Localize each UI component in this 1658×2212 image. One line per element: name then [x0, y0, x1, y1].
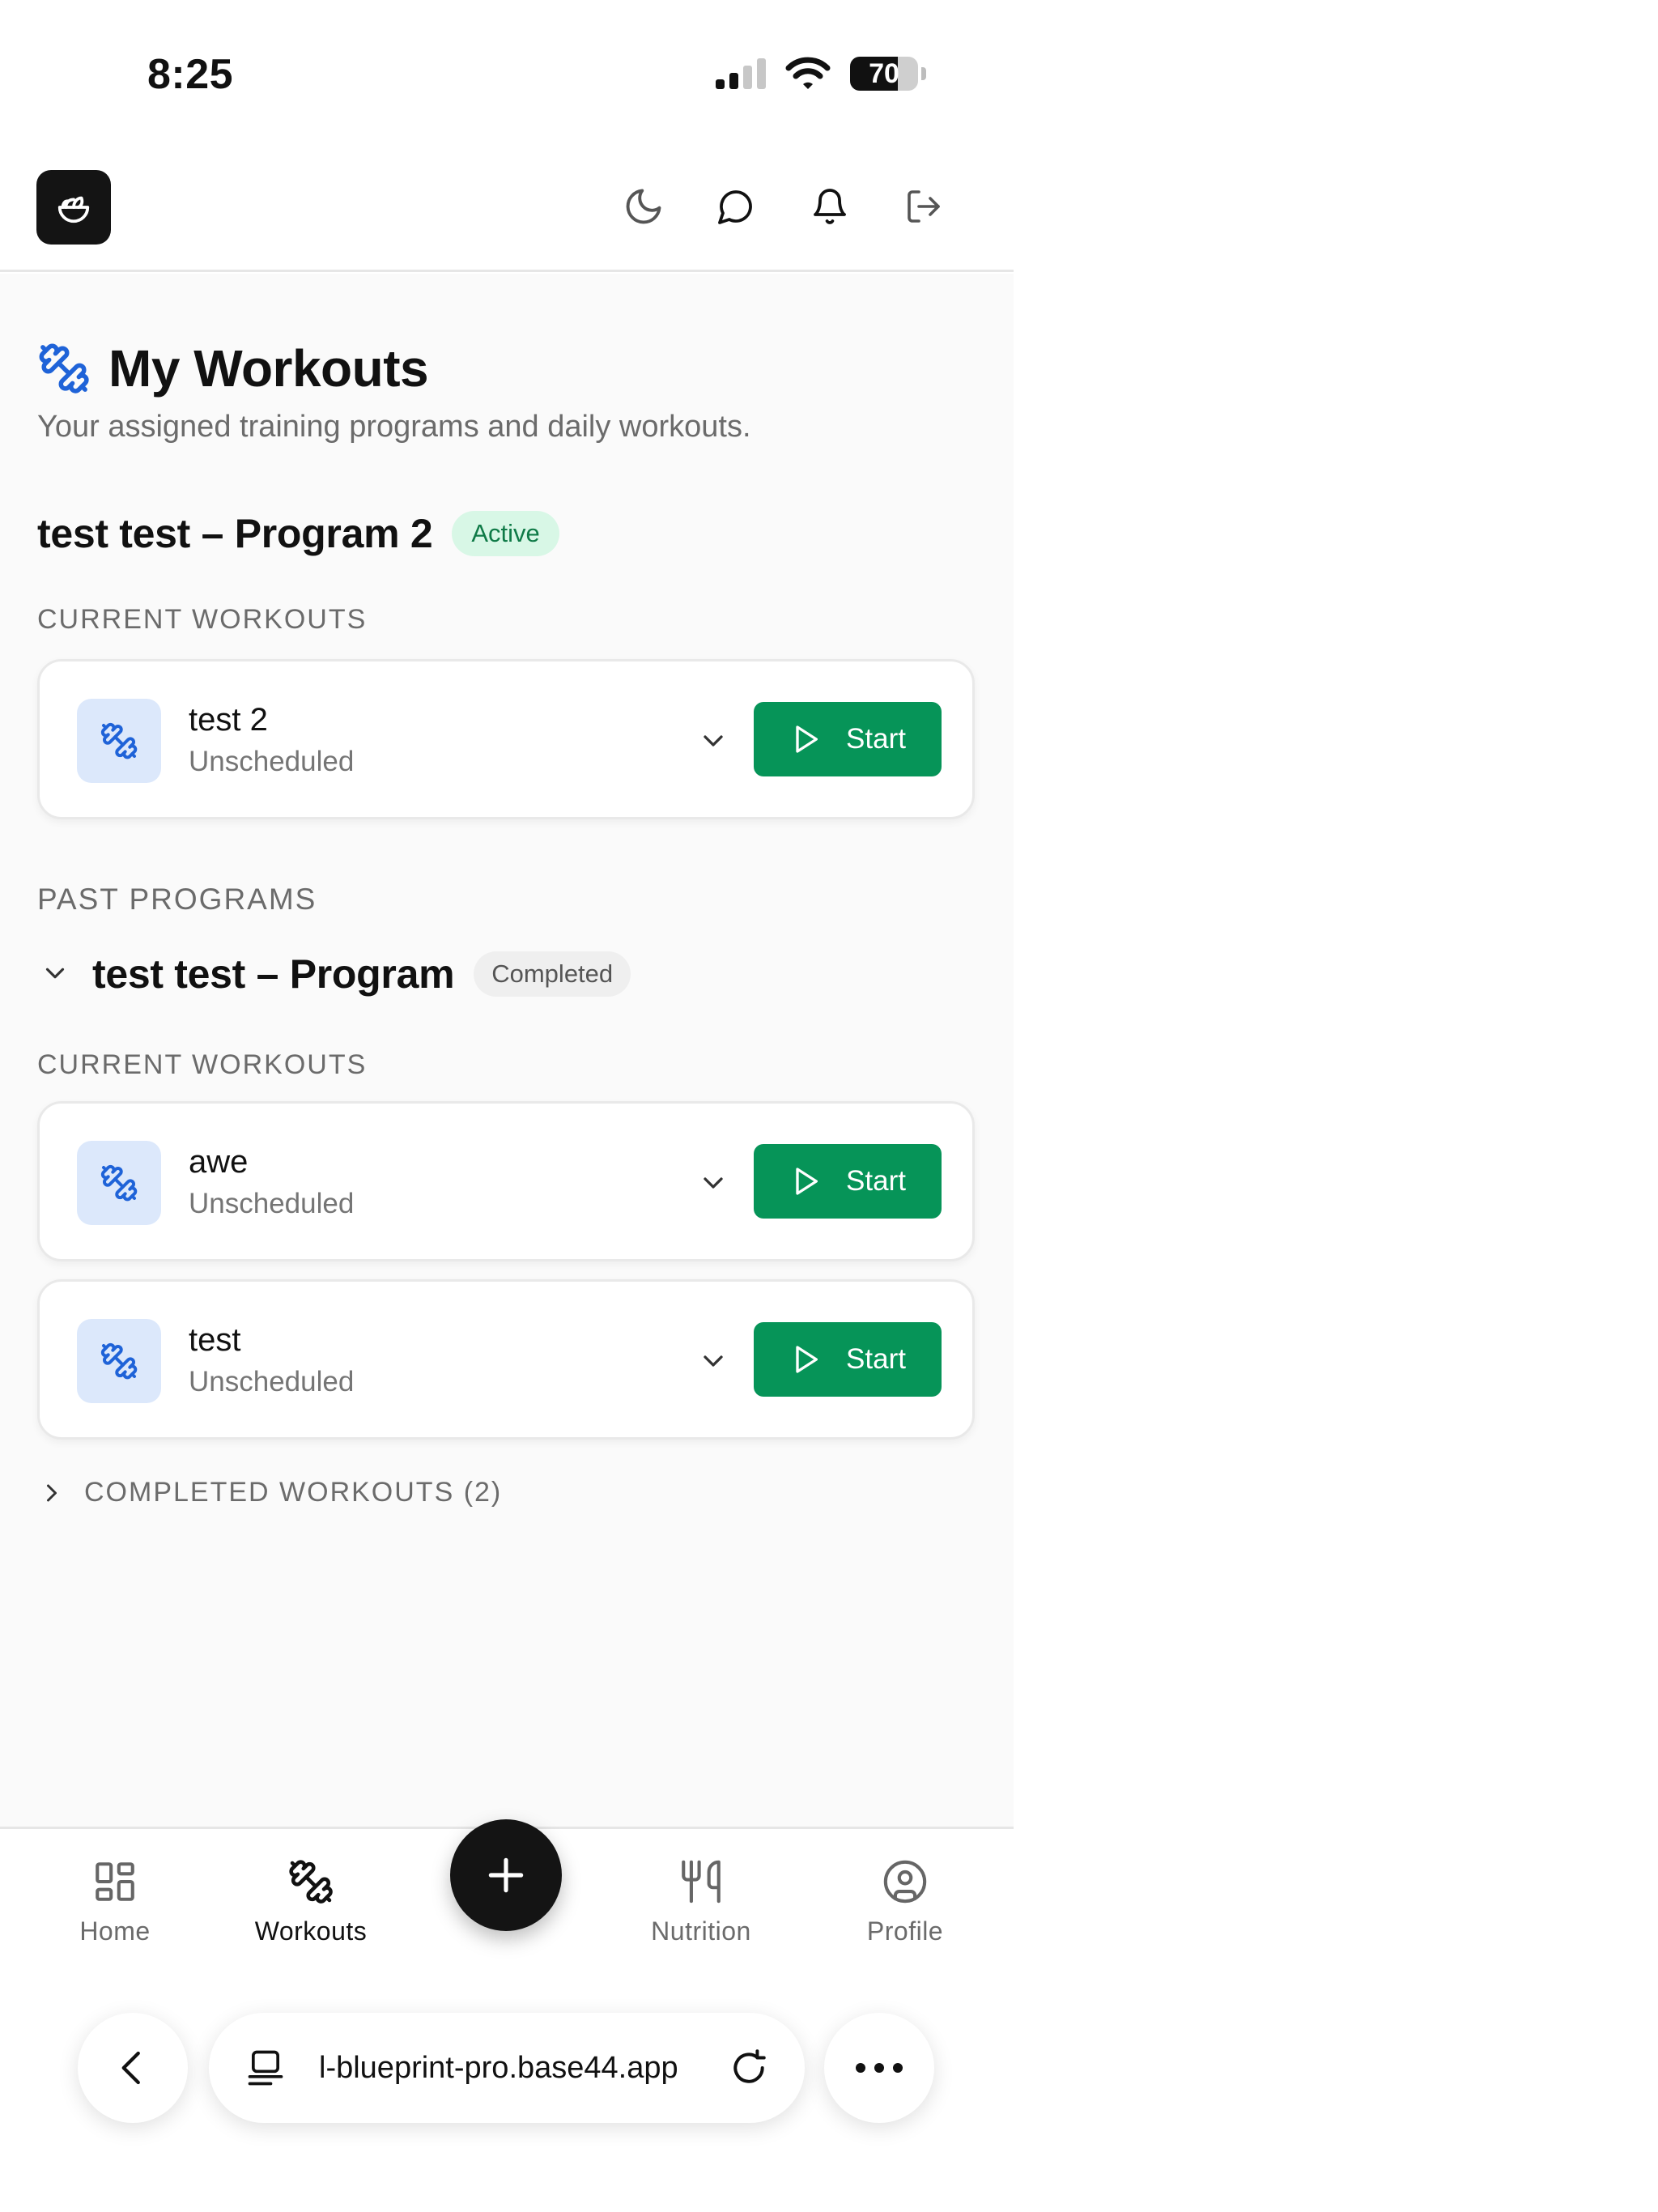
- dumbbell-icon: [100, 1164, 138, 1202]
- page-title: My Workouts: [108, 339, 429, 398]
- section-label-past-programs: PAST PROGRAMS: [37, 883, 317, 916]
- nav-item-nutrition[interactable]: Nutrition: [612, 1858, 790, 1946]
- battery-indicator: 70: [850, 57, 918, 91]
- app-logo[interactable]: [36, 170, 111, 245]
- chevron-down-icon: [45, 968, 65, 979]
- dark-mode-button[interactable]: [620, 183, 667, 230]
- reload-icon[interactable]: [729, 2048, 769, 2088]
- browser-back-button[interactable]: [78, 2013, 188, 2123]
- workout-name: test: [189, 1322, 241, 1358]
- play-icon: [796, 1346, 818, 1373]
- chevron-right-icon: [47, 1484, 57, 1501]
- salad-bowl-icon: [57, 196, 90, 223]
- bottom-navigation: Home Workouts Nutrition Profile: [0, 1819, 1014, 2005]
- workout-name: awe: [189, 1144, 249, 1180]
- expand-workout-button[interactable]: [691, 1160, 736, 1206]
- program-name: test test – Program: [92, 951, 455, 997]
- start-workout-button[interactable]: Start: [754, 1322, 942, 1397]
- main-content: My Workouts Your assigned training progr…: [0, 274, 1014, 1827]
- workout-schedule: Unscheduled: [189, 1188, 355, 1219]
- active-program-header: test test – Program 2 Active: [37, 510, 559, 557]
- completed-workouts-toggle[interactable]: COMPLETED WORKOUTS (2): [37, 1477, 502, 1508]
- dumbbell-icon: [100, 722, 138, 759]
- battery-cap: [921, 67, 926, 80]
- nav-label: Nutrition: [651, 1916, 751, 1946]
- chat-icon: [718, 190, 752, 224]
- user-circle-icon: [883, 1860, 927, 1904]
- app-header: [0, 155, 1014, 272]
- page-subtitle: Your assigned training programs and dail…: [37, 410, 751, 444]
- logout-button[interactable]: [900, 183, 947, 230]
- status-indicators: 70: [716, 57, 926, 91]
- tabs-icon: [248, 2050, 283, 2086]
- section-label-current-workouts: CURRENT WORKOUTS: [37, 1049, 368, 1080]
- nav-label: Workouts: [254, 1916, 368, 1946]
- workout-schedule: Unscheduled: [189, 1366, 355, 1397]
- workout-card[interactable]: test Unscheduled Start: [37, 1279, 975, 1440]
- workout-schedule: Unscheduled: [189, 746, 355, 777]
- workout-card[interactable]: awe Unscheduled Start: [37, 1101, 975, 1261]
- wifi-icon: [785, 57, 831, 89]
- chevron-down-icon: [704, 1355, 723, 1367]
- nav-label: Home: [79, 1916, 151, 1946]
- expand-workout-button[interactable]: [691, 718, 736, 764]
- page-title-row: My Workouts: [37, 338, 429, 398]
- chevron-down-icon: [704, 735, 723, 747]
- collapse-program-button[interactable]: [37, 955, 73, 991]
- start-workout-button[interactable]: Start: [754, 702, 942, 776]
- start-button-label: Start: [846, 723, 906, 755]
- grid-icon: [96, 1862, 134, 1901]
- dumbbell-icon: [39, 343, 89, 393]
- section-label-current-workouts: CURRENT WORKOUTS: [37, 604, 368, 635]
- url-text: l-blueprint-pro.base44.app: [319, 2050, 678, 2085]
- program-name: test test – Program 2: [37, 511, 433, 556]
- status-time: 8:25: [147, 51, 234, 98]
- workout-icon-tile: [77, 1141, 161, 1225]
- expand-workout-button[interactable]: [691, 1338, 736, 1384]
- status-badge-active: Active: [452, 511, 559, 556]
- browser-more-button[interactable]: [824, 2013, 934, 2123]
- dumbbell-icon: [100, 1342, 138, 1380]
- address-bar[interactable]: l-blueprint-pro.base44.app: [209, 2013, 805, 2123]
- nav-label: Profile: [866, 1916, 944, 1946]
- moon-icon: [626, 189, 661, 224]
- fork-knife-icon: [682, 1860, 721, 1904]
- plus-icon: [488, 1857, 524, 1893]
- chevron-down-icon: [704, 1177, 723, 1189]
- play-icon: [796, 725, 818, 753]
- nav-item-home[interactable]: Home: [26, 1858, 204, 1946]
- nav-item-workouts[interactable]: Workouts: [222, 1858, 400, 1946]
- start-button-label: Start: [846, 1343, 906, 1375]
- chevron-left-icon: [121, 2051, 140, 2085]
- workout-card[interactable]: test 2 Unscheduled Start: [37, 659, 975, 819]
- status-badge-completed: Completed: [474, 951, 631, 997]
- cellular-signal-icon: [716, 58, 766, 89]
- notifications-button[interactable]: [806, 183, 853, 230]
- battery-level: 70: [869, 57, 899, 89]
- start-button-label: Start: [846, 1165, 906, 1197]
- nav-item-profile[interactable]: Profile: [816, 1858, 994, 1946]
- add-button[interactable]: [450, 1819, 562, 1931]
- more-horizontal-icon: [856, 2063, 903, 2073]
- play-icon: [796, 1168, 818, 1195]
- browser-toolbar: l-blueprint-pro.base44.app: [0, 2005, 1014, 2212]
- app-screen: 8:25 70 My Workouts Your assigned traini…: [0, 0, 1014, 2212]
- dumbbell-icon: [289, 1860, 333, 1904]
- workout-name: test 2: [189, 702, 268, 738]
- completed-workouts-label: COMPLETED WORKOUTS (2): [84, 1477, 503, 1508]
- logout-icon: [908, 190, 940, 223]
- bell-icon: [814, 189, 846, 224]
- messages-button[interactable]: [712, 183, 759, 230]
- workout-icon-tile: [77, 1319, 161, 1403]
- workout-icon-tile: [77, 699, 161, 783]
- past-program-header[interactable]: test test – Program Completed: [92, 951, 631, 998]
- start-workout-button[interactable]: Start: [754, 1144, 942, 1219]
